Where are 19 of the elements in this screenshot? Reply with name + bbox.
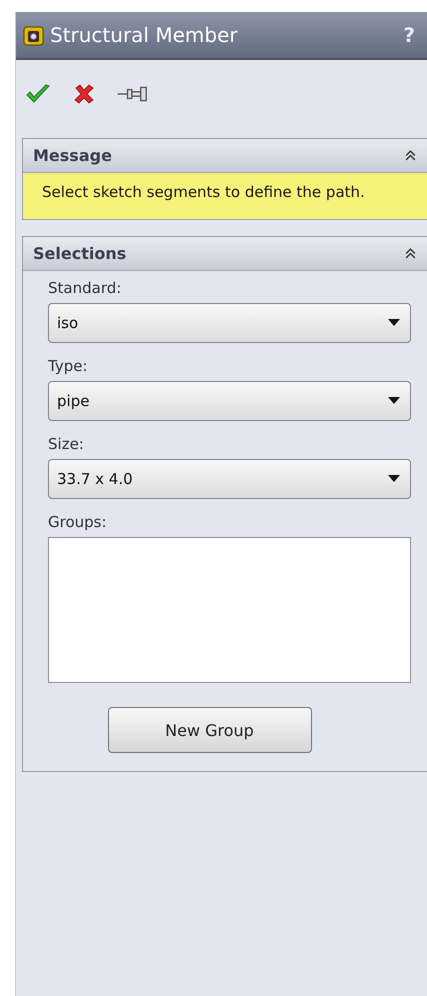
section-title: Message bbox=[33, 146, 112, 165]
collapse-chevron-icon[interactable] bbox=[404, 149, 417, 162]
collapse-chevron-icon[interactable] bbox=[404, 247, 417, 260]
field-label: Type: bbox=[48, 357, 89, 375]
section-title: Selections bbox=[33, 244, 126, 263]
dropdown[interactable]: 33.7 x 4.0 bbox=[48, 459, 411, 499]
caret-icon bbox=[388, 319, 400, 327]
field-label: Groups: bbox=[48, 513, 108, 531]
field-label: Size: bbox=[48, 435, 85, 453]
message-text: Select sketch segments to define the path. bbox=[23, 173, 427, 219]
caret-icon bbox=[388, 397, 400, 405]
dropdown[interactable]: iso bbox=[48, 303, 411, 343]
dropdown[interactable]: pipe bbox=[48, 381, 411, 421]
caret-icon bbox=[388, 475, 400, 483]
window-title: Structural Member bbox=[50, 23, 239, 47]
field-label: Standard: bbox=[48, 279, 122, 297]
new-group-button[interactable]: New Group bbox=[108, 707, 312, 753]
section-header[interactable]: Selections bbox=[23, 237, 427, 271]
section-header[interactable]: Message bbox=[23, 139, 427, 173]
